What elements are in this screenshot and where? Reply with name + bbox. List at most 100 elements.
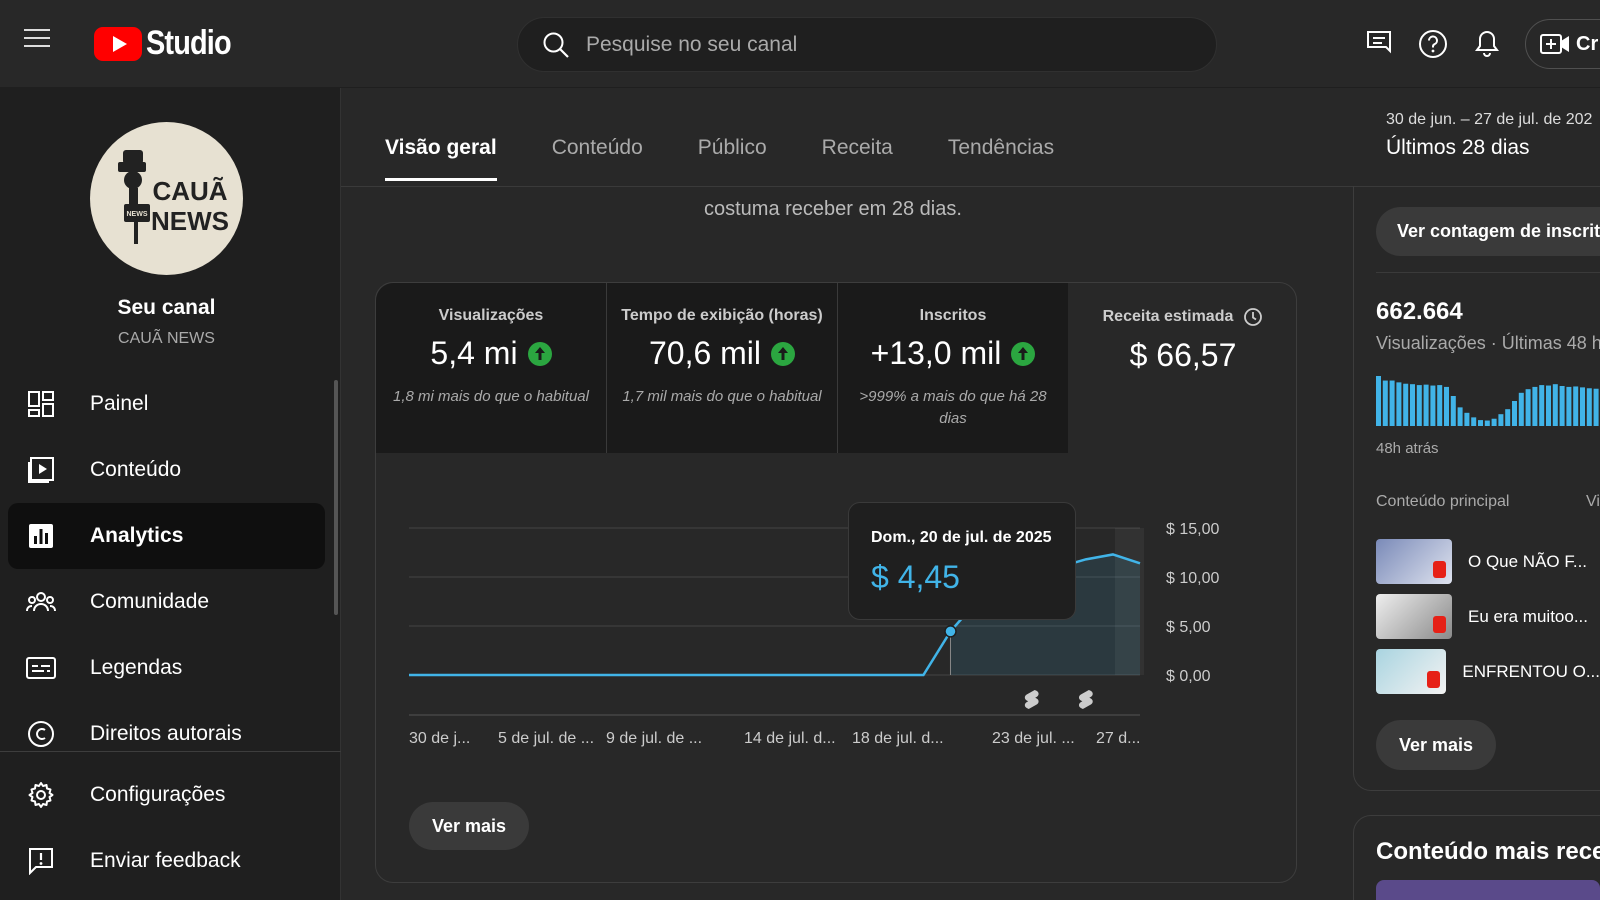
video-title: O Que NÃO F... bbox=[1468, 551, 1588, 571]
feedback-icon bbox=[26, 846, 56, 876]
channel-name: CAUÃ NEWS bbox=[118, 330, 215, 347]
tab-conteudo[interactable]: Conteúdo bbox=[552, 136, 643, 181]
video-title: Eu era muitoo... bbox=[1468, 606, 1589, 626]
metric-label: Tempo de exibição (horas) bbox=[621, 307, 823, 324]
channel-avatar[interactable]: NEWS CAUÃ NEWS bbox=[90, 122, 243, 275]
realtime-bar bbox=[1457, 407, 1463, 426]
realtime-views-number: 662.664 bbox=[1376, 298, 1463, 325]
sidebar-item-comunidade[interactable]: Comunidade bbox=[8, 569, 325, 635]
analytics-tabs: Visão geral Conteúdo Público Receita Ten… bbox=[385, 136, 1109, 181]
comments-icon[interactable] bbox=[1364, 29, 1394, 59]
shorts-marker-icon bbox=[1078, 690, 1093, 709]
views-column-header: Vi bbox=[1586, 493, 1600, 510]
create-video-icon bbox=[1540, 34, 1569, 54]
metric-watch-time[interactable]: Tempo de exibição (horas) 70,6 mil 1,7 m… bbox=[607, 283, 837, 453]
sidebar-item-legendas[interactable]: Legendas bbox=[8, 635, 325, 701]
help-icon[interactable] bbox=[1418, 29, 1448, 59]
sidebar-item-configuracoes[interactable]: Configurações bbox=[8, 762, 325, 828]
chart-tooltip: Dom., 20 de jul. de 2025 $ 4,45 bbox=[848, 502, 1076, 620]
sidebar-item-painel[interactable]: Painel bbox=[8, 371, 325, 437]
period-selector[interactable]: Últimos 28 dias bbox=[1386, 136, 1530, 160]
x-tick-label: 14 de jul. d... bbox=[744, 730, 836, 747]
sidebar-divider bbox=[0, 751, 341, 752]
search-input[interactable] bbox=[586, 32, 1146, 57]
channel-title: Seu canal bbox=[117, 296, 216, 319]
realtime-bar bbox=[1512, 401, 1517, 426]
shorts-badge-icon bbox=[1427, 671, 1441, 688]
sidebar-item-analytics[interactable]: Analytics bbox=[8, 503, 325, 569]
y-tick-label: $ 10,00 bbox=[1166, 570, 1219, 587]
sidebar-item-label: Conteúdo bbox=[90, 458, 182, 481]
realtime-bar-chart[interactable] bbox=[1376, 370, 1600, 426]
sidebar-item-label: Enviar feedback bbox=[90, 849, 241, 872]
subscriber-count-button[interactable]: Ver contagem de inscrit bbox=[1376, 207, 1600, 256]
tab-tendencias[interactable]: Tendências bbox=[948, 136, 1054, 181]
metric-value-row: $ 66,57 bbox=[1069, 337, 1297, 374]
realtime-bar bbox=[1464, 412, 1470, 426]
shorts-badge-icon bbox=[1433, 616, 1446, 633]
realtime-bar bbox=[1539, 385, 1545, 426]
recent-content-title: Conteúdo mais recen bbox=[1376, 838, 1600, 865]
top-content-item[interactable]: Eu era muitoo... bbox=[1376, 594, 1600, 639]
trend-up-icon bbox=[1011, 341, 1036, 366]
x-tick-label: 9 de jul. de ... bbox=[606, 730, 702, 747]
realtime-bar bbox=[1580, 387, 1585, 426]
metric-views[interactable]: Visualizações 5,4 mi 1,8 mi mais do que … bbox=[376, 283, 606, 453]
realtime-bar bbox=[1389, 380, 1395, 426]
metric-revenue[interactable]: Receita estimada $ 66,57 bbox=[1069, 283, 1297, 453]
see-more-button[interactable]: Ver mais bbox=[409, 802, 529, 850]
sidebar-item-label: Comunidade bbox=[90, 590, 210, 613]
sidebar-item-enviar-feedback[interactable]: Enviar feedback bbox=[8, 828, 325, 894]
metric-value: +13,0 mil bbox=[870, 335, 1002, 371]
sidebar-scrollbar[interactable] bbox=[334, 380, 338, 615]
realtime-bar bbox=[1376, 376, 1381, 426]
sidebar-item-direitos-autorais[interactable]: Direitos autorais bbox=[8, 701, 325, 767]
realtime-bar bbox=[1478, 420, 1483, 426]
top-bar: Studio Cr bbox=[0, 0, 1600, 88]
sidebar-item-label: Legendas bbox=[90, 656, 183, 679]
create-button[interactable]: Cr bbox=[1525, 19, 1600, 69]
partial-data-band bbox=[1114, 528, 1144, 675]
overview-card: Visualizações 5,4 mi 1,8 mi mais do que … bbox=[375, 282, 1297, 883]
sidebar: NEWS CAUÃ NEWS Seu canal CAUÃ NEWS Paine… bbox=[0, 88, 341, 900]
subtitles-icon bbox=[26, 653, 56, 683]
realtime-bar bbox=[1566, 386, 1572, 426]
metric-subscribers[interactable]: Inscritos +13,0 mil >999% a mais do que … bbox=[838, 283, 1068, 453]
intro-text: costuma receber em 28 dias. bbox=[704, 198, 962, 220]
search-icon[interactable] bbox=[542, 31, 570, 59]
tab-visao-geral[interactable]: Visão geral bbox=[385, 136, 497, 181]
revenue-chart[interactable]: $ 15,00 $ 10,00 $ 5,00 $ 0,00 30 de j... 5 de… bbox=[376, 453, 1298, 753]
sidebar-item-label: Painel bbox=[90, 392, 149, 415]
trend-up-icon bbox=[527, 341, 552, 366]
metric-value-row: 70,6 mil bbox=[607, 335, 837, 372]
menu-icon[interactable] bbox=[22, 27, 62, 59]
realtime-card bbox=[1353, 186, 1600, 791]
logo-text: Studio bbox=[146, 24, 232, 62]
studio-logo[interactable]: Studio bbox=[94, 24, 246, 63]
y-tick-label: $ 5,00 bbox=[1166, 619, 1211, 636]
notifications-bell-icon[interactable] bbox=[1472, 29, 1502, 59]
top-content-header: Conteúdo principal bbox=[1376, 493, 1510, 510]
top-content-item[interactable]: ENFRENTOU O... bbox=[1376, 649, 1600, 694]
sidebar-bottom-nav: Configurações Enviar feedback bbox=[8, 762, 325, 894]
tab-publico[interactable]: Público bbox=[698, 136, 767, 181]
community-icon bbox=[26, 587, 56, 617]
x-tick-label: 18 de jul. d... bbox=[852, 730, 944, 747]
sidebar-item-label: Configurações bbox=[90, 783, 226, 806]
realtime-views-subtitle: Visualizações · Últimas 48 ho bbox=[1376, 333, 1600, 353]
recent-content-thumbnail[interactable] bbox=[1376, 880, 1600, 900]
realtime-bar bbox=[1552, 384, 1558, 426]
x-tick-label: 5 de jul. de ... bbox=[498, 730, 594, 747]
shorts-marker-icon bbox=[1024, 690, 1039, 709]
sidebar-item-conteudo[interactable]: Conteúdo bbox=[8, 437, 325, 503]
realtime-see-more-button[interactable]: Ver mais bbox=[1376, 720, 1496, 770]
realtime-bar bbox=[1573, 386, 1579, 426]
content-icon bbox=[26, 455, 56, 485]
tooltip-value: $ 4,45 bbox=[871, 559, 960, 595]
x-tick-label: 30 de j... bbox=[409, 730, 470, 747]
metric-label-row: Receita estimada bbox=[1069, 307, 1297, 327]
top-content-item[interactable]: O Que NÃO F... bbox=[1376, 539, 1600, 584]
metric-label: Inscritos bbox=[919, 307, 987, 324]
tooltip-date: Dom., 20 de jul. de 2025 bbox=[871, 529, 1052, 546]
tab-receita[interactable]: Receita bbox=[822, 136, 893, 181]
